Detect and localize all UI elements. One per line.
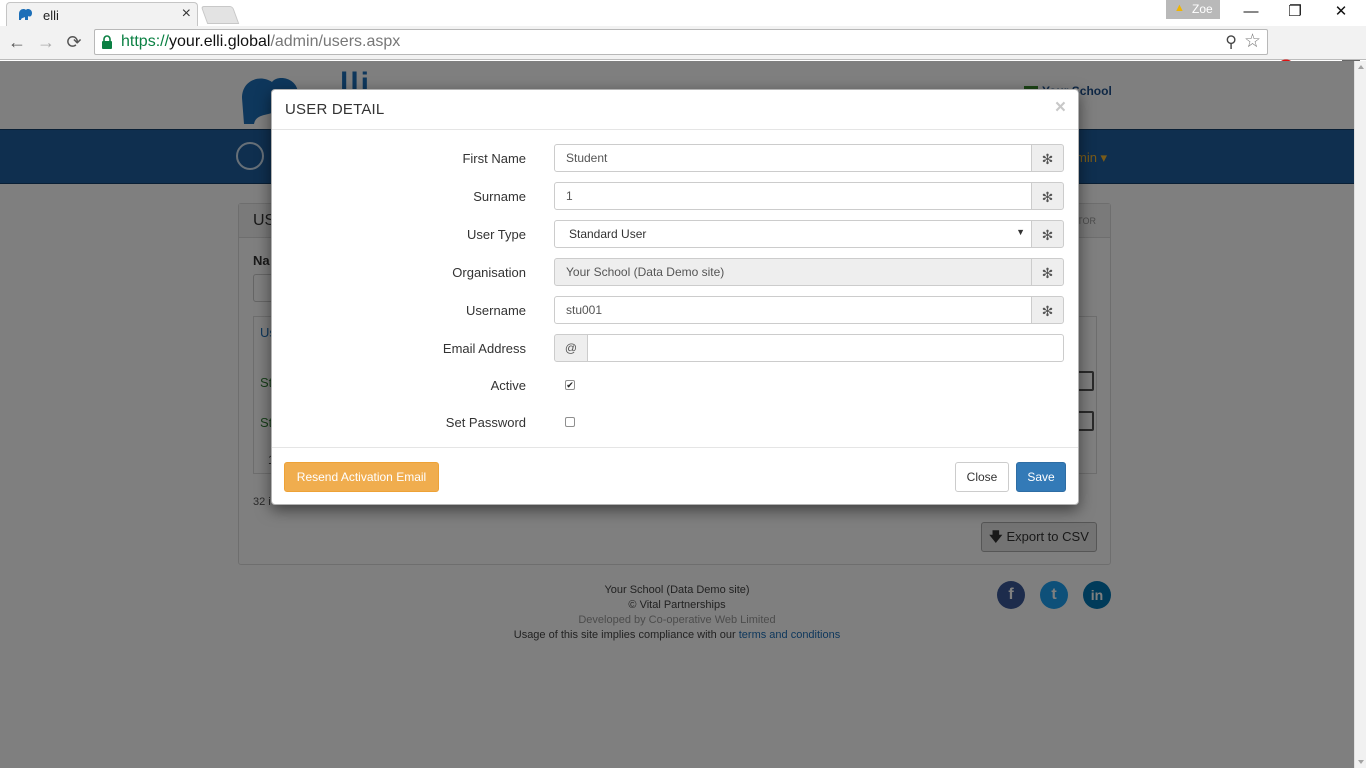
user-type-value: Standard User xyxy=(569,227,647,241)
email-field[interactable] xyxy=(587,334,1064,362)
back-button[interactable]: ← xyxy=(5,30,29,54)
required-icon: ✻ xyxy=(1031,258,1064,286)
username-row: Username stu001 ✻ xyxy=(272,296,1078,326)
user-type-label: User Type xyxy=(466,227,526,242)
address-bar[interactable]: https://your.elli.global/admin/users.asp… xyxy=(94,29,1268,55)
user-type-row: User Type Standard User ▼ ✻ xyxy=(272,220,1078,250)
username-label: Username xyxy=(466,303,526,318)
warning-icon: ▲ xyxy=(1174,2,1185,14)
active-row: Active ✔ xyxy=(272,373,1078,403)
set-password-row: Set Password xyxy=(272,410,1078,440)
modal-title: USER DETAIL xyxy=(285,101,385,118)
at-sign-icon: @ xyxy=(554,334,588,362)
bookmark-star-icon[interactable]: ☆ xyxy=(1244,30,1261,53)
url-scheme: https:// xyxy=(121,33,170,50)
surname-row: Surname 1 ✻ xyxy=(272,182,1078,212)
minimize-button[interactable]: — xyxy=(1228,0,1274,24)
scroll-down-icon[interactable] xyxy=(1358,760,1364,764)
resend-activation-button[interactable]: Resend Activation Email xyxy=(284,462,439,492)
save-button[interactable]: Save xyxy=(1016,462,1066,492)
active-checkbox[interactable]: ✔ xyxy=(565,380,575,390)
checkmark-icon: ✔ xyxy=(566,380,574,390)
forward-button[interactable]: → xyxy=(34,30,58,54)
first-name-field[interactable]: Student xyxy=(554,144,1032,172)
url-path: /admin/users.aspx xyxy=(270,33,401,50)
elephant-favicon-icon xyxy=(19,9,32,20)
window-close-button[interactable]: ✕ xyxy=(1318,0,1364,24)
first-name-label: First Name xyxy=(462,151,526,166)
surname-label: Surname xyxy=(473,189,526,204)
lock-icon xyxy=(102,35,112,49)
browser-tab[interactable]: elli × xyxy=(6,2,198,26)
required-icon: ✻ xyxy=(1031,296,1064,324)
close-button[interactable]: Close xyxy=(955,462,1009,492)
browser-tab-title: elli xyxy=(43,8,59,23)
email-row: Email Address @ xyxy=(272,334,1078,364)
restore-button[interactable]: ❐ xyxy=(1272,0,1318,24)
organisation-field: Your School (Data Demo site) xyxy=(554,258,1032,286)
modal-footer: Resend Activation Email Close Save xyxy=(272,447,1078,504)
user-type-select[interactable]: Standard User ▼ xyxy=(554,220,1032,248)
required-icon: ✻ xyxy=(1031,144,1064,172)
user-detail-modal: USER DETAIL × First Name Student ✻ Surna… xyxy=(271,89,1079,505)
required-icon: ✻ xyxy=(1031,220,1064,248)
zoom-icon[interactable]: ⚲ xyxy=(1225,32,1237,52)
tab-close-icon[interactable]: × xyxy=(182,5,191,23)
new-tab-button[interactable] xyxy=(200,6,240,24)
set-password-checkbox[interactable] xyxy=(565,417,575,427)
browser-tabstrip: elli × ▲ Zoe — ❐ ✕ xyxy=(0,0,1366,26)
organisation-label: Organisation xyxy=(452,265,526,280)
first-name-row: First Name Student ✻ xyxy=(272,144,1078,174)
profile-name: Zoe xyxy=(1192,2,1213,16)
chevron-down-icon: ▼ xyxy=(1016,227,1025,237)
browser-toolbar: ← → ⟳ https://your.elli.global/admin/use… xyxy=(0,26,1366,79)
surname-field[interactable]: 1 xyxy=(554,182,1032,210)
url-host: your.elli.global xyxy=(169,33,271,50)
active-label: Active xyxy=(490,378,526,393)
email-label: Email Address xyxy=(442,341,526,356)
scroll-up-icon[interactable] xyxy=(1358,65,1364,69)
set-password-label: Set Password xyxy=(445,415,526,430)
url-text: https://your.elli.global/admin/users.asp… xyxy=(121,33,400,51)
username-field[interactable]: stu001 xyxy=(554,296,1032,324)
organisation-row: Organisation Your School (Data Demo site… xyxy=(272,258,1078,288)
required-icon: ✻ xyxy=(1031,182,1064,210)
profile-badge[interactable]: ▲ Zoe xyxy=(1166,0,1220,19)
page-scrollbar[interactable] xyxy=(1354,61,1366,768)
modal-header: USER DETAIL × xyxy=(272,90,1078,130)
modal-close-icon[interactable]: × xyxy=(1055,98,1066,118)
reload-button[interactable]: ⟳ xyxy=(62,30,86,54)
